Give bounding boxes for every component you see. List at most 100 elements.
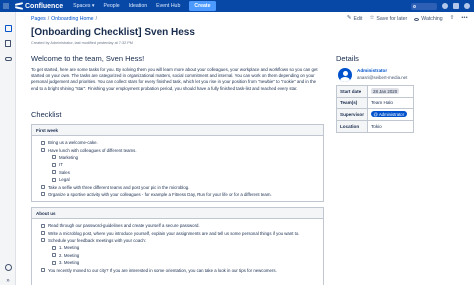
task-checkbox[interactable] (52, 155, 56, 160)
task-checkbox[interactable] (52, 170, 56, 175)
welcome-heading: Welcome to the team, Sven Hess! (31, 54, 145, 63)
nav-spaces[interactable]: Spaces ▾ (73, 3, 94, 9)
task-text: Schedule your feedback meetings with you… (48, 237, 147, 243)
task-checkbox[interactable] (41, 238, 45, 243)
help-icon[interactable] (442, 3, 448, 9)
checklist-task: Schedule your feedback meetings with you… (36, 237, 319, 244)
details-key: Location (337, 120, 368, 132)
user-avatar-icon[interactable] (464, 3, 470, 9)
task-text: Organize a sportive activity with your c… (48, 191, 272, 197)
task-checkbox[interactable] (41, 140, 45, 145)
page-byline: Created by Administrator, last modified … (31, 41, 133, 45)
page-title: [Onboarding Checklist] Sven Hess (31, 27, 195, 38)
space-icon[interactable] (4, 24, 12, 32)
checklist-task: Write a microblog post, where you introd… (36, 229, 319, 236)
task-text: 3. Meeting (59, 260, 80, 266)
task-text: 2. Meeting (59, 252, 80, 258)
watching-button[interactable]: Watching (414, 16, 443, 22)
checklist-task: Legal (36, 176, 319, 183)
checklist-task: 2. Meeting (36, 252, 319, 259)
details-table: Start date 28 Jan 2020 Team(s) Team Halo Sup… (336, 85, 414, 133)
breadcrumb-onboarding-home[interactable]: Onboarding Home (51, 16, 93, 22)
top-navigation-bar: Confluence Spaces ▾ People Ideation Even… (0, 0, 474, 12)
star-icon: ☆ (369, 15, 375, 22)
task-checkbox[interactable] (52, 260, 56, 265)
space-sidebar: » (0, 12, 16, 285)
checklist-task: Marketing (36, 154, 319, 161)
create-button[interactable]: Create (189, 1, 216, 11)
table-header: About us (32, 208, 323, 219)
task-checkbox[interactable] (41, 223, 45, 228)
breadcrumb-pages[interactable]: Pages (31, 16, 46, 22)
help-circle-icon[interactable] (4, 263, 12, 271)
checklist-task: IT (36, 161, 319, 168)
profile-email: anasri@seibert-media.net (357, 75, 408, 80)
task-checkbox[interactable] (41, 148, 45, 153)
date-lozenge[interactable]: 28 Jan 2020 (371, 88, 400, 95)
first-week-table: First week Bring us a welcome-cake. Have … (31, 124, 324, 202)
checklist-task: 3. Meeting (36, 259, 319, 266)
top-nav: Spaces ▾ People Ideation Event Hub Creat… (73, 1, 216, 11)
task-text: You recently moved to our city? If you a… (48, 267, 277, 273)
notifications-icon[interactable] (453, 3, 459, 9)
app-switcher-icon[interactable] (0, 0, 12, 12)
task-text: Have lunch with colleagues of different … (48, 147, 137, 153)
table-header: First week (32, 125, 323, 136)
nav-people[interactable]: People (103, 3, 119, 9)
task-text: Read through our password-guidelines and… (48, 223, 200, 229)
about-us-table: About us Read through our password-guide… (31, 207, 324, 285)
expand-chevron-icon[interactable]: » (4, 277, 12, 285)
edit-button[interactable]: ✎ Edit (347, 16, 363, 22)
details-value: Tokio (371, 123, 382, 129)
checklist-task: Bring us a welcome-cake. (36, 139, 319, 146)
save-for-later-button[interactable]: ☆ Save for later (369, 16, 407, 22)
task-text: Write a microblog post, where you introd… (48, 230, 300, 236)
checklist-heading: Checklist (31, 110, 62, 119)
task-list: Read through our password-guidelines and… (32, 219, 323, 277)
task-checkbox[interactable] (52, 245, 56, 250)
task-text: IT (59, 162, 63, 168)
details-row: Start date 28 Jan 2020 (337, 86, 413, 98)
task-checkbox[interactable] (41, 268, 45, 273)
checklist-task: Take a selfie with three different teams… (36, 183, 319, 190)
checklist-task: Organize a sportive activity with your c… (36, 191, 319, 198)
task-checkbox[interactable] (52, 253, 56, 258)
search-icon (413, 4, 416, 8)
intro-paragraph: To get started, here are some tasks for … (31, 67, 318, 91)
task-checkbox[interactable] (41, 185, 45, 190)
details-value-cell: 28 Jan 2020 (368, 86, 413, 97)
task-text: Bring us a welcome-cake. (48, 140, 98, 146)
search-input[interactable] (411, 2, 437, 10)
more-actions-icon[interactable]: ••• (461, 16, 468, 22)
details-key: Team(s) (337, 97, 368, 108)
nav-ideation[interactable]: Ideation (129, 3, 147, 9)
confluence-logo-icon (15, 3, 23, 9)
task-checkbox[interactable] (41, 192, 45, 197)
details-row: Team(s) Team Halo (337, 97, 413, 109)
checklist-task: Have lunch with colleagues of different … (36, 146, 319, 153)
details-value-cell: Tokio (368, 121, 413, 133)
breadcrumb-separator: / (95, 16, 98, 22)
pages-icon[interactable] (4, 39, 12, 47)
shortcut-link-icon[interactable] (4, 55, 12, 63)
task-checkbox[interactable] (52, 177, 56, 182)
share-icon[interactable]: ⇧ (450, 16, 455, 22)
avatar[interactable] (338, 68, 352, 82)
page-actions: ✎ Edit ☆ Save for later Watching ⇧ ••• (347, 16, 468, 22)
task-text: 1. Meeting (59, 245, 80, 251)
details-heading: Details (336, 54, 359, 63)
user-mention[interactable]: @ Administrator (371, 111, 407, 118)
task-list: Bring us a welcome-cake. Have lunch with … (32, 136, 323, 201)
nav-event-hub[interactable]: Event Hub (156, 3, 180, 9)
details-key: Start date (337, 86, 368, 97)
confluence-logo[interactable]: Confluence (15, 3, 63, 10)
checklist-task: You recently moved to our city? If you a… (36, 266, 319, 273)
task-text: Marketing (59, 154, 79, 160)
profile-name-link[interactable]: Administrator (357, 68, 387, 73)
watching-label: Watching (421, 16, 443, 22)
edit-label: Edit (353, 16, 363, 22)
task-checkbox[interactable] (41, 231, 45, 236)
save-for-later-label: Save for later (376, 16, 408, 22)
task-checkbox[interactable] (52, 162, 56, 167)
details-value-cell: @ Administrator (368, 109, 413, 120)
